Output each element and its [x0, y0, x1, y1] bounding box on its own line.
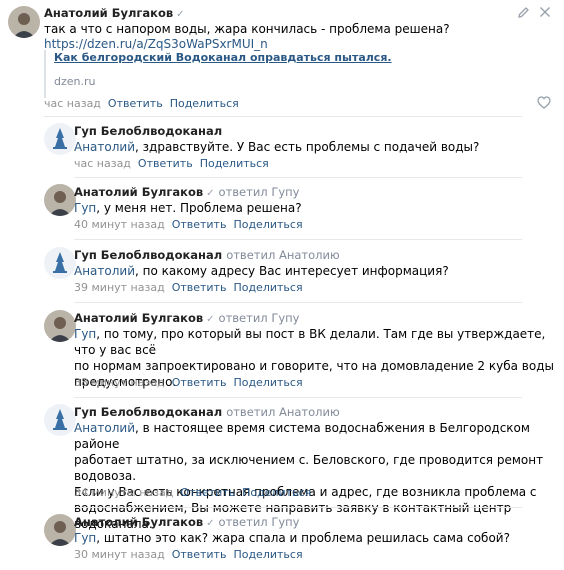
comment-author[interactable]: Анатолий Булгаков ✓ ответил Гупу: [74, 515, 299, 529]
reply-to-label[interactable]: ответил Гупу: [219, 515, 300, 529]
divider: [74, 239, 522, 240]
comment-meta: 34 минуты назад Ответить Поделиться: [74, 486, 311, 499]
comment-meta: час назад Ответить Поделиться: [44, 97, 239, 110]
share-button[interactable]: Поделиться: [233, 376, 302, 389]
check-icon: ✓: [206, 188, 215, 199]
divider: [74, 302, 522, 303]
mention-link[interactable]: Анатолий: [74, 140, 135, 154]
comment-author[interactable]: Гуп Белоблводоканал: [74, 124, 222, 138]
comment-text: так а что с напором воды, жара кончилась…: [44, 22, 450, 36]
link-card-title[interactable]: Как белгородский Водоканал оправдаться п…: [54, 50, 552, 66]
comment-text: Гуп, штатно это как? жара спала и пробле…: [74, 531, 510, 545]
mention-link[interactable]: Гуп: [74, 201, 96, 215]
comment-author[interactable]: Анатолий Булгаков ✓: [44, 6, 185, 20]
comment-time[interactable]: 30 минут назад: [74, 548, 165, 561]
comment-meta: час назад Ответить Поделиться: [74, 157, 269, 170]
avatar[interactable]: [44, 404, 76, 436]
share-button[interactable]: Поделиться: [233, 548, 302, 561]
check-icon: ✓: [206, 314, 215, 325]
comment-time[interactable]: час назад: [44, 97, 101, 110]
pencil-icon[interactable]: [517, 6, 530, 22]
author-name[interactable]: Анатолий Булгаков: [74, 311, 203, 325]
comment-author[interactable]: Гуп Белоблводоканал ответил Анатолию: [74, 248, 340, 262]
link-card-domain: dzen.ru: [54, 75, 96, 88]
comment-text: Анатолий, по какому адресу Вас интересуе…: [74, 264, 449, 278]
comment-url[interactable]: https://dzen.ru/a/ZqS3oWaPSxrMUI_n: [44, 37, 268, 51]
divider: [74, 177, 522, 178]
divider: [74, 507, 522, 508]
author-name[interactable]: Анатолий Булгаков: [44, 6, 173, 20]
comment-meta: 39 минут назад Ответить Поделиться: [74, 281, 303, 294]
comment-time[interactable]: 39 минут назад: [74, 281, 165, 294]
reply-button[interactable]: Ответить: [138, 157, 193, 170]
author-name[interactable]: Гуп Белоблводоканал: [74, 405, 222, 419]
author-name[interactable]: Гуп Белоблводоканал: [74, 248, 222, 262]
check-icon: ✓: [176, 9, 185, 20]
heart-icon[interactable]: [537, 96, 551, 112]
comment-author[interactable]: Анатолий Булгаков ✓ ответил Гупу: [74, 185, 299, 199]
comment-author[interactable]: Анатолий Булгаков ✓ ответил Гупу: [74, 311, 299, 325]
comment-time[interactable]: 40 минут назад: [74, 218, 165, 231]
link-card[interactable]: Как белгородский Водоканал оправдаться п…: [44, 50, 552, 98]
avatar[interactable]: [44, 123, 76, 155]
reply-button[interactable]: Ответить: [172, 376, 227, 389]
reply-to-label[interactable]: ответил Гупу: [219, 311, 300, 325]
share-button[interactable]: Поделиться: [233, 281, 302, 294]
comment-text: Анатолий, здравствуйте. У Вас есть пробл…: [74, 140, 480, 154]
reply-button[interactable]: Ответить: [108, 97, 163, 110]
share-button[interactable]: Поделиться: [170, 97, 239, 110]
comment-author[interactable]: Гуп Белоблводоканал ответил Анатолию: [74, 405, 340, 419]
reply-to-label[interactable]: ответил Гупу: [219, 185, 300, 199]
check-icon: ✓: [206, 518, 215, 529]
comment-meta: 40 минут назад Ответить Поделиться: [74, 218, 303, 231]
author-name[interactable]: Анатолий Булгаков: [74, 515, 203, 529]
avatar[interactable]: [44, 247, 76, 279]
share-button[interactable]: Поделиться: [242, 486, 311, 499]
reply-button[interactable]: Ответить: [180, 486, 235, 499]
reply-button[interactable]: Ответить: [172, 548, 227, 561]
comment-time[interactable]: час назад: [74, 157, 131, 170]
share-button[interactable]: Поделиться: [233, 218, 302, 231]
author-name[interactable]: Гуп Белоблводоканал: [74, 124, 222, 138]
mention-link[interactable]: Гуп: [74, 327, 96, 341]
reply-to-label[interactable]: ответил Анатолию: [226, 405, 339, 419]
author-name[interactable]: Анатолий Булгаков: [74, 185, 203, 199]
avatar[interactable]: [44, 310, 76, 342]
reply-button[interactable]: Ответить: [172, 218, 227, 231]
close-icon[interactable]: [539, 6, 551, 21]
mention-link[interactable]: Анатолий: [74, 264, 135, 278]
divider: [44, 116, 522, 117]
reply-to-label[interactable]: ответил Анатолию: [226, 248, 339, 262]
comment-time[interactable]: 38 минут назад: [74, 376, 165, 389]
share-button[interactable]: Поделиться: [200, 157, 269, 170]
avatar[interactable]: [44, 514, 76, 546]
comment-text: Гуп, у меня нет. Проблема решена?: [74, 201, 302, 215]
reply-button[interactable]: Ответить: [172, 281, 227, 294]
comment-meta: 30 минут назад Ответить Поделиться: [74, 548, 303, 561]
avatar[interactable]: [44, 184, 76, 216]
mention-link[interactable]: Гуп: [74, 531, 96, 545]
avatar[interactable]: [8, 6, 40, 38]
divider: [74, 397, 522, 398]
comment-time[interactable]: 34 минуты назад: [74, 486, 173, 499]
mention-link[interactable]: Анатолий: [74, 421, 135, 435]
comment-meta: 38 минут назад Ответить Поделиться: [74, 376, 303, 389]
